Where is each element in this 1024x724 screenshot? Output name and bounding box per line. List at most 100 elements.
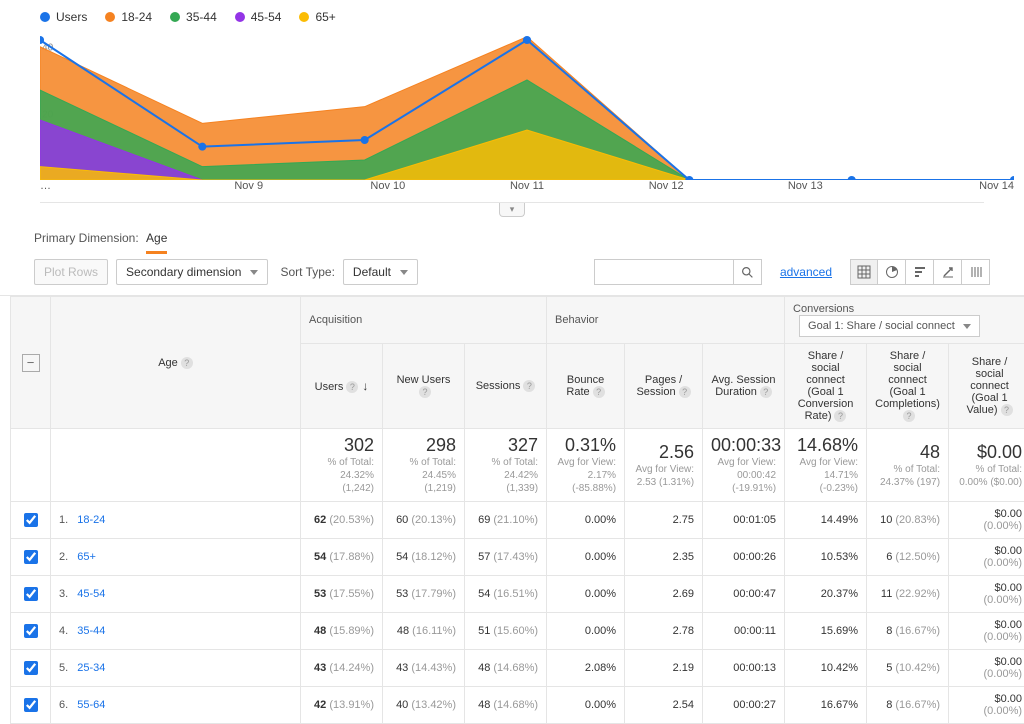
row-number: 5. <box>59 662 74 674</box>
group-acquisition: Acquisition <box>301 297 547 344</box>
legend-dot <box>105 12 115 22</box>
x-tick-label: Nov 10 <box>318 180 457 192</box>
col-avgdur[interactable]: Avg. Session Duration? <box>703 344 785 429</box>
pivot-icon <box>969 265 983 279</box>
conversion-goal-select[interactable]: Goal 1: Share / social connect <box>799 315 980 337</box>
legend-item[interactable]: 45-54 <box>235 10 282 24</box>
table-row: 3. 45-5453 (17.55%)53 (17.79%)54 (16.51%… <box>11 576 1024 613</box>
legend-dot <box>40 12 50 22</box>
row-checkbox[interactable] <box>24 550 38 564</box>
chart: 2040 …Nov 9Nov 10Nov 11Nov 12Nov 13Nov 1… <box>40 30 1014 200</box>
col-completions[interactable]: Share / social connect (Goal 1 Completio… <box>867 344 949 429</box>
legend-item[interactable]: 65+ <box>299 10 335 24</box>
view-compare-button[interactable] <box>934 259 962 285</box>
pie-icon <box>885 265 899 279</box>
sort-type-label: Sort Type: <box>280 265 334 279</box>
plot-rows-button: Plot Rows <box>34 259 108 285</box>
row-checkbox[interactable] <box>24 513 38 527</box>
sort-type-select[interactable]: Default <box>343 259 418 285</box>
legend-label: 65+ <box>315 10 335 24</box>
data-table: − Age? Acquisition Behavior Conversions … <box>10 296 1024 724</box>
col-convrate[interactable]: Share / social connect (Goal 1 Conversio… <box>785 344 867 429</box>
view-mode-buttons <box>850 259 990 285</box>
table-icon <box>857 265 871 279</box>
col-bounce[interactable]: Bounce Rate? <box>547 344 625 429</box>
x-tick-label: Nov 11 <box>457 180 596 192</box>
age-link[interactable]: 65+ <box>77 551 96 563</box>
row-checkbox[interactable] <box>24 624 38 638</box>
row-number: 6. <box>59 699 74 711</box>
col-sessions[interactable]: Sessions? <box>465 344 547 429</box>
col-users[interactable]: Users?↓ <box>301 344 383 429</box>
col-pps[interactable]: Pages / Session? <box>625 344 703 429</box>
x-tick-label: … <box>40 180 179 192</box>
row-checkbox[interactable] <box>24 661 38 675</box>
primary-dimension-label: Primary Dimension: <box>34 231 139 245</box>
x-tick-label: Nov 12 <box>597 180 736 192</box>
legend-item[interactable]: Users <box>40 10 87 24</box>
help-icon[interactable]: ? <box>903 410 915 422</box>
age-link[interactable]: 45-54 <box>77 588 105 600</box>
col-age[interactable]: Age? <box>51 297 301 429</box>
age-link[interactable]: 35-44 <box>77 625 105 637</box>
table-row: 1. 18-2462 (20.53%)60 (20.13%)69 (21.10%… <box>11 502 1024 539</box>
legend-label: 35-44 <box>186 10 217 24</box>
view-pivot-button[interactable] <box>962 259 990 285</box>
help-icon[interactable]: ? <box>1001 404 1013 416</box>
group-conversions-label: Conversions <box>793 303 854 315</box>
row-number: 3. <box>59 588 74 600</box>
age-link[interactable]: 25-34 <box>77 662 105 674</box>
help-icon[interactable]: ? <box>593 386 605 398</box>
bar-icon <box>913 265 927 279</box>
help-icon[interactable]: ? <box>523 380 535 392</box>
help-icon[interactable]: ? <box>679 386 691 398</box>
table-row: 5. 25-3443 (14.24%)43 (14.43%)48 (14.68%… <box>11 650 1024 687</box>
legend-dot <box>170 12 180 22</box>
advanced-link[interactable]: advanced <box>780 265 832 279</box>
help-icon[interactable]: ? <box>181 357 193 369</box>
age-link[interactable]: 18-24 <box>77 514 105 526</box>
row-number: 1. <box>59 514 74 526</box>
row-checkbox[interactable] <box>24 587 38 601</box>
legend-dot <box>235 12 245 22</box>
collapse-all[interactable]: − <box>11 297 51 429</box>
legend-dot <box>299 12 309 22</box>
sort-desc-icon: ↓ <box>362 379 368 393</box>
row-checkbox[interactable] <box>24 698 38 712</box>
legend-item[interactable]: 18-24 <box>105 10 152 24</box>
table-row: 2. 65+54 (17.88%)54 (18.12%)57 (17.43%)0… <box>11 539 1024 576</box>
legend-label: Users <box>56 10 87 24</box>
row-number: 4. <box>59 625 74 637</box>
col-value[interactable]: Share / social connect (Goal 1 Value)? <box>949 344 1024 429</box>
table-toolbar: Plot Rows Secondary dimension Sort Type:… <box>0 253 1024 296</box>
search-button[interactable] <box>734 259 762 285</box>
chart-expander[interactable]: ▾ <box>499 203 525 217</box>
col-newusers[interactable]: New Users? <box>383 344 465 429</box>
help-icon[interactable]: ? <box>346 381 358 393</box>
search-input[interactable] <box>594 259 734 285</box>
legend-label: 18-24 <box>121 10 152 24</box>
row-number: 2. <box>59 551 74 563</box>
view-pie-button[interactable] <box>878 259 906 285</box>
help-icon[interactable]: ? <box>834 410 846 422</box>
legend-item[interactable]: 35-44 <box>170 10 217 24</box>
table-row: 6. 55-6442 (13.91%)40 (13.42%)48 (14.68%… <box>11 687 1024 724</box>
view-bar-button[interactable] <box>906 259 934 285</box>
summary-row: 302% of Total: 24.32% (1,242) 298% of To… <box>11 429 1024 502</box>
help-icon[interactable]: ? <box>419 386 431 398</box>
help-icon[interactable]: ? <box>760 386 772 398</box>
age-link[interactable]: 55-64 <box>77 699 105 711</box>
x-tick-label: Nov 13 <box>736 180 875 192</box>
compare-icon <box>941 265 955 279</box>
secondary-dimension-select[interactable]: Secondary dimension <box>116 259 268 285</box>
legend-label: 45-54 <box>251 10 282 24</box>
chart-legend: Users 18-24 35-44 45-54 65+ <box>0 0 1024 30</box>
search-icon <box>741 266 754 279</box>
table-row: 4. 35-4448 (15.89%)48 (16.11%)51 (15.60%… <box>11 613 1024 650</box>
group-conversions: Conversions Goal 1: Share / social conne… <box>785 297 1024 344</box>
x-tick-label: Nov 14 <box>875 180 1014 192</box>
view-table-button[interactable] <box>850 259 878 285</box>
primary-dimension-value[interactable]: Age <box>146 231 167 254</box>
x-tick-label: Nov 9 <box>179 180 318 192</box>
primary-dimension: Primary Dimension: Age <box>0 217 1024 253</box>
